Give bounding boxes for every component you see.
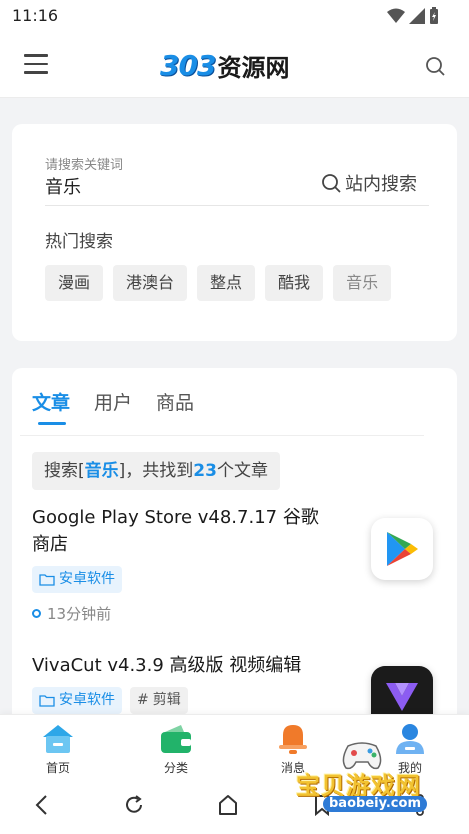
tag-chip[interactable]: # 剪辑	[130, 687, 188, 714]
signal-icon	[409, 8, 425, 24]
app-header: 303 资源网	[0, 32, 469, 98]
summary-keyword: 音乐	[84, 461, 119, 481]
logo-number: 303	[160, 48, 216, 82]
back-icon[interactable]	[32, 794, 52, 816]
status-time: 11:16	[12, 6, 59, 25]
site-logo[interactable]: 303 资源网	[160, 48, 289, 82]
hot-tag[interactable]: 漫画	[45, 265, 104, 301]
clock-dot-icon	[32, 609, 41, 618]
status-bar: 11:16	[0, 0, 469, 32]
search-icon[interactable]	[425, 56, 445, 80]
tab-divider	[20, 435, 424, 436]
hash-icon: #	[137, 692, 149, 708]
home-icon	[43, 725, 73, 753]
folder-icon	[39, 574, 55, 586]
watermark: 宝贝游戏网 baobeiy.com	[290, 740, 440, 825]
wifi-icon	[387, 8, 405, 23]
google-play-icon[interactable]	[371, 518, 433, 580]
result-summary: 搜索[音乐]，共找到23个文章	[32, 452, 280, 490]
folder-icon	[39, 695, 55, 707]
hot-tag[interactable]: 整点	[197, 265, 256, 301]
tab-users[interactable]: 用户	[94, 388, 132, 425]
hot-tag[interactable]: 音乐	[333, 265, 392, 301]
article-title[interactable]: Google Play Store v48.7.17 谷歌商店	[32, 504, 322, 558]
tab-products[interactable]: 商品	[156, 388, 194, 425]
result-tabs: 文章 用户 商品	[32, 388, 194, 425]
hot-search-label: 热门搜索	[45, 232, 113, 252]
category-chip[interactable]: 安卓软件	[32, 687, 122, 714]
nav-home[interactable]: 首页	[28, 723, 88, 776]
search-input[interactable]: 音乐	[45, 173, 81, 199]
search-icon	[322, 174, 341, 193]
watermark-url: baobeiy.com	[323, 796, 427, 812]
hot-tag[interactable]: 酷我	[265, 265, 324, 301]
results-card: 文章 用户 商品 搜索[音乐]，共找到23个文章 Google Play Sto…	[12, 368, 457, 728]
search-placeholder: 请搜索关键词	[45, 158, 124, 173]
tab-articles[interactable]: 文章	[32, 388, 70, 425]
hamburger-menu-icon[interactable]	[24, 54, 50, 76]
article-title[interactable]: VivaCut v4.3.9 高级版 视频编辑	[32, 652, 332, 679]
wallet-icon	[161, 725, 191, 753]
hot-search-tags: 漫画 港澳台 整点 酷我 音乐	[45, 265, 392, 301]
battery-icon	[430, 7, 438, 24]
status-icons	[387, 7, 439, 25]
article-time: 13分钟前	[32, 603, 432, 624]
summary-count: 23	[193, 461, 217, 481]
site-search-button[interactable]: 站内搜索	[321, 170, 417, 196]
logo-text: 资源网	[217, 53, 290, 82]
nav-category[interactable]: 分类	[146, 723, 206, 776]
refresh-icon[interactable]	[123, 794, 145, 816]
search-divider	[45, 205, 429, 206]
search-card: 请搜索关键词 音乐 站内搜索 热门搜索 漫画 港澳台 整点 酷我 音乐	[12, 124, 457, 341]
category-chip[interactable]: 安卓软件	[32, 566, 122, 593]
hot-tag[interactable]: 港澳台	[113, 265, 188, 301]
home-button-icon[interactable]	[217, 794, 239, 816]
site-search-label: 站内搜索	[345, 174, 417, 195]
